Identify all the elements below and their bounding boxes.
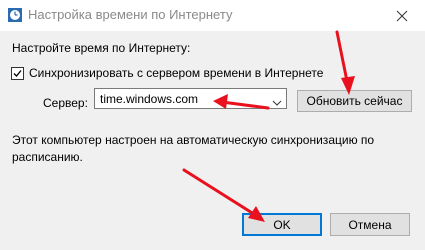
dialog-content: Настройте время по Интернету: Синхронизи… [0, 31, 425, 250]
sync-checkbox-row[interactable]: Синхронизировать с сервером времени в Ин… [11, 66, 323, 80]
server-label: Сервер: [43, 96, 88, 110]
ok-button[interactable]: OK [242, 213, 322, 236]
checkmark-icon [13, 69, 22, 77]
sync-checkbox-label: Синхронизировать с сервером времени в Ин… [29, 66, 324, 80]
server-select-value: time.windows.com [100, 92, 199, 106]
close-icon[interactable] [379, 0, 425, 31]
sync-checkbox[interactable] [11, 66, 24, 80]
chevron-down-icon [272, 95, 282, 109]
server-select[interactable]: time.windows.com [94, 88, 287, 109]
info-text: Этот компьютер настроен на автоматическу… [12, 133, 375, 164]
section-heading: Настройте время по Интернету: [12, 41, 191, 55]
clock-icon [7, 7, 23, 23]
window-title: Настройка времени по Интернету [28, 7, 233, 22]
update-now-button[interactable]: Обновить сейчас [297, 90, 412, 112]
cancel-button[interactable]: Отмена [330, 213, 410, 236]
title-bar: Настройка времени по Интернету [0, 0, 425, 31]
